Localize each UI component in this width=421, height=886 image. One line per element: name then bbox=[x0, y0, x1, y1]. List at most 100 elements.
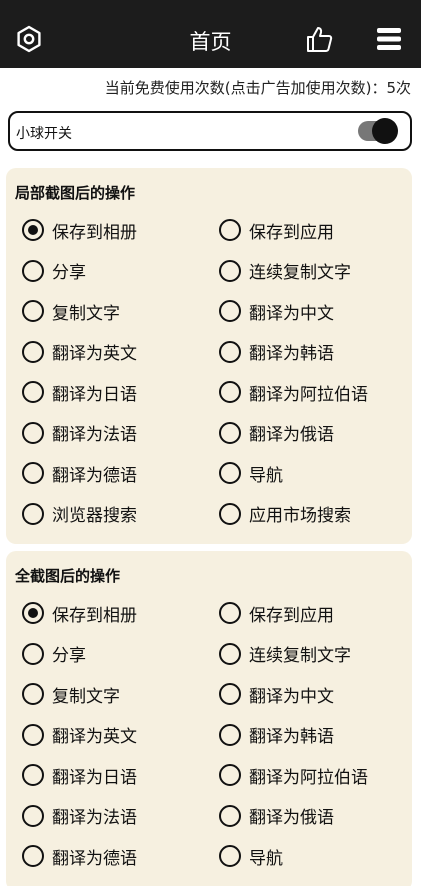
radio-option[interactable]: 翻译为日语 bbox=[22, 380, 137, 405]
radio-option[interactable]: 复制文字 bbox=[22, 682, 120, 707]
radio-option-label: 翻译为俄语 bbox=[249, 425, 334, 445]
radio-checked-icon[interactable] bbox=[22, 602, 44, 624]
ball-switch-label: 小球开关 bbox=[16, 126, 72, 142]
radio-option-label: 复制文字 bbox=[52, 686, 120, 707]
radio-unchecked-icon[interactable] bbox=[22, 804, 44, 827]
radio-unchecked-icon[interactable] bbox=[219, 462, 241, 484]
radio-unchecked-icon[interactable] bbox=[22, 462, 44, 484]
radio-unchecked-icon[interactable] bbox=[22, 845, 44, 867]
radio-option-label: 翻译为韩语 bbox=[249, 727, 334, 747]
partial-screenshot-section: 局部截图后的操作 保存到相册 保存到应用分享 连续复制文字复制文字 翻译为中文翻译为英… bbox=[6, 168, 412, 544]
section-title: 局部截图后的操作 bbox=[15, 184, 136, 202]
radio-option-label: 导航 bbox=[249, 848, 283, 869]
radio-unchecked-icon[interactable] bbox=[219, 764, 241, 786]
radio-option[interactable]: 复制文字 bbox=[22, 299, 120, 324]
menu-icon[interactable] bbox=[374, 24, 404, 54]
radio-unchecked-icon[interactable] bbox=[22, 300, 44, 322]
radio-unchecked-icon[interactable] bbox=[219, 502, 241, 525]
radio-checked-icon[interactable] bbox=[22, 219, 44, 241]
radio-option-label: 翻译为法语 bbox=[52, 808, 137, 828]
radio-unchecked-icon[interactable] bbox=[219, 602, 241, 624]
ball-switch-row: 小球开关 bbox=[8, 111, 412, 151]
radio-unchecked-icon[interactable] bbox=[22, 421, 44, 444]
radio-unchecked-icon[interactable] bbox=[219, 683, 241, 705]
radio-option-label: 翻译为韩语 bbox=[249, 344, 334, 364]
radio-option-label: 翻译为英文 bbox=[52, 344, 137, 364]
radio-option[interactable]: 翻译为俄语 bbox=[219, 804, 334, 828]
radio-option-label: 保存到相册 bbox=[52, 222, 137, 243]
radio-option[interactable]: 翻译为阿拉伯语 bbox=[219, 380, 368, 405]
usage-count-text[interactable]: 当前免费使用次数(点击广告加使用次数)：5次 bbox=[105, 77, 411, 98]
radio-option-label: 复制文字 bbox=[52, 303, 120, 324]
radio-option-label: 翻译为法语 bbox=[52, 425, 137, 445]
radio-option-label: 翻译为阿拉伯语 bbox=[249, 767, 368, 788]
radio-option-label: 翻译为德语 bbox=[52, 465, 137, 486]
radio-option-label: 保存到应用 bbox=[249, 222, 334, 243]
radio-option-label: 分享 bbox=[52, 263, 86, 283]
radio-option-label: 连续复制文字 bbox=[249, 263, 351, 283]
radio-unchecked-icon[interactable] bbox=[219, 804, 241, 827]
radio-unchecked-icon[interactable] bbox=[219, 300, 241, 322]
radio-option[interactable]: 分享 bbox=[22, 259, 86, 283]
radio-option-label: 保存到相册 bbox=[52, 605, 137, 626]
radio-option[interactable]: 翻译为英文 bbox=[22, 340, 137, 364]
radio-option[interactable]: 分享 bbox=[22, 642, 86, 666]
radio-unchecked-icon[interactable] bbox=[22, 642, 44, 665]
page-title: 首页 bbox=[189, 30, 232, 54]
full-screenshot-section: 全截图后的操作 保存到相册 保存到应用分享 连续复制文字复制文字 翻译为中文翻译为英文… bbox=[6, 551, 412, 886]
radio-option-label: 浏览器搜索 bbox=[52, 506, 137, 526]
radio-option[interactable]: 应用市场搜索 bbox=[219, 502, 351, 526]
radio-option-label: 翻译为中文 bbox=[249, 686, 334, 707]
radio-unchecked-icon[interactable] bbox=[219, 219, 241, 241]
radio-option[interactable]: 翻译为韩语 bbox=[219, 723, 334, 747]
radio-option[interactable]: 翻译为俄语 bbox=[219, 421, 334, 445]
radio-option[interactable]: 保存到相册 bbox=[22, 601, 137, 626]
radio-option[interactable]: 保存到应用 bbox=[219, 218, 334, 243]
radio-unchecked-icon[interactable] bbox=[22, 259, 44, 282]
radio-option[interactable]: 保存到相册 bbox=[22, 218, 137, 243]
radio-unchecked-icon[interactable] bbox=[22, 340, 44, 363]
radio-option[interactable]: 保存到应用 bbox=[219, 601, 334, 626]
radio-option[interactable]: 翻译为中文 bbox=[219, 299, 334, 324]
radio-option-label: 翻译为中文 bbox=[249, 303, 334, 324]
radio-option[interactable]: 连续复制文字 bbox=[219, 259, 351, 283]
radio-unchecked-icon[interactable] bbox=[22, 723, 44, 746]
radio-option-label: 导航 bbox=[249, 465, 283, 486]
radio-option-label: 应用市场搜索 bbox=[249, 506, 351, 526]
radio-unchecked-icon[interactable] bbox=[22, 381, 44, 403]
radio-option[interactable]: 翻译为德语 bbox=[22, 461, 137, 486]
radio-option[interactable]: 翻译为阿拉伯语 bbox=[219, 763, 368, 788]
radio-unchecked-icon[interactable] bbox=[22, 502, 44, 525]
top-bar: 首页 bbox=[0, 0, 421, 68]
radio-option[interactable]: 导航 bbox=[219, 461, 283, 486]
ball-switch-toggle[interactable] bbox=[358, 118, 398, 144]
radio-unchecked-icon[interactable] bbox=[219, 642, 241, 665]
radio-option[interactable]: 翻译为法语 bbox=[22, 421, 137, 445]
radio-option-label: 连续复制文字 bbox=[249, 646, 351, 666]
radio-option[interactable]: 翻译为韩语 bbox=[219, 340, 334, 364]
radio-unchecked-icon[interactable] bbox=[219, 723, 241, 746]
radio-unchecked-icon[interactable] bbox=[219, 381, 241, 403]
radio-option-label: 翻译为阿拉伯语 bbox=[249, 384, 368, 405]
section-title: 全截图后的操作 bbox=[15, 567, 121, 585]
radio-unchecked-icon[interactable] bbox=[219, 259, 241, 282]
radio-unchecked-icon[interactable] bbox=[219, 845, 241, 867]
radio-unchecked-icon[interactable] bbox=[219, 421, 241, 444]
radio-option-label: 翻译为日语 bbox=[52, 767, 137, 788]
radio-option[interactable]: 导航 bbox=[219, 844, 283, 869]
radio-unchecked-icon[interactable] bbox=[22, 764, 44, 786]
radio-option-label: 保存到应用 bbox=[249, 605, 334, 626]
radio-option[interactable]: 翻译为英文 bbox=[22, 723, 137, 747]
radio-unchecked-icon[interactable] bbox=[22, 683, 44, 705]
radio-option-label: 翻译为英文 bbox=[52, 727, 137, 747]
radio-option[interactable]: 翻译为德语 bbox=[22, 844, 137, 869]
radio-option[interactable]: 翻译为法语 bbox=[22, 804, 137, 828]
radio-unchecked-icon[interactable] bbox=[219, 340, 241, 363]
thumbs-up-icon[interactable] bbox=[304, 24, 334, 54]
radio-option[interactable]: 浏览器搜索 bbox=[22, 502, 137, 526]
radio-option[interactable]: 翻译为中文 bbox=[219, 682, 334, 707]
toggle-knob bbox=[372, 118, 398, 144]
radio-option-label: 分享 bbox=[52, 646, 86, 666]
radio-option[interactable]: 翻译为日语 bbox=[22, 763, 137, 788]
radio-option[interactable]: 连续复制文字 bbox=[219, 642, 351, 666]
